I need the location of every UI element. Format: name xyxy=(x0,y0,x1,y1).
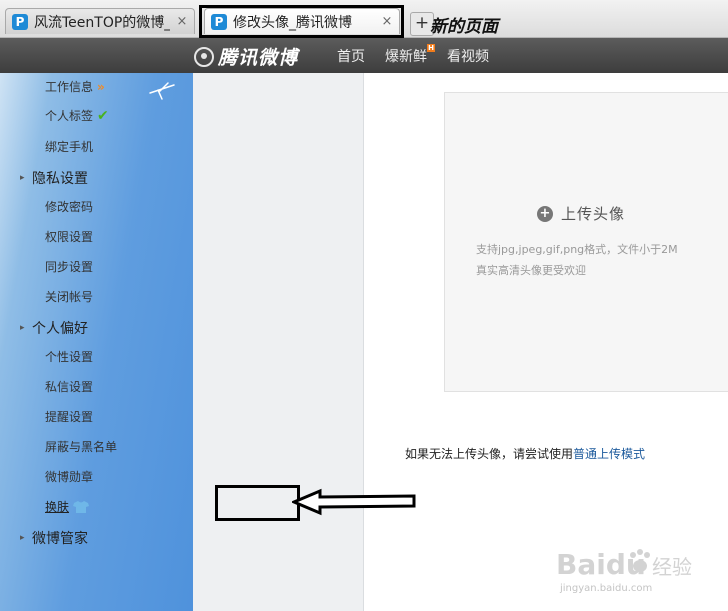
brand-name: 腾讯微博 xyxy=(218,47,299,69)
expand-arrow-icon: ▸ xyxy=(20,533,25,543)
active-tab-highlight-box xyxy=(199,5,404,38)
skin-highlight-box xyxy=(215,485,300,521)
main-nav: 首页 爆新鲜 H 看视频 xyxy=(337,44,489,66)
nav-video[interactable]: 看视频 xyxy=(447,46,489,66)
weibo-favicon-icon: P xyxy=(12,13,28,30)
avatar-upload-area[interactable]: + 上传头像 支持jpg,jpeg,gif,png格式，文件小于2M 真实高清头… xyxy=(444,92,728,392)
double-chevron-right-icon: » xyxy=(97,79,105,94)
sidebar-item-label: 个人标签 xyxy=(45,109,94,123)
sidebar-item-private-message[interactable]: 私信设置 xyxy=(45,378,93,395)
sidebar-item-personalization[interactable]: 个性设置 xyxy=(45,348,93,365)
new-page-annotation: 新的页面 xyxy=(430,17,498,37)
sidebar-group-label: 微博管家 xyxy=(32,531,88,547)
sidebar-item-personal-tags[interactable]: 个人标签 ✔ xyxy=(45,107,109,124)
sidebar-group-label: 隐私设置 xyxy=(32,171,88,187)
tshirt-icon xyxy=(73,500,90,513)
sidebar-item-change-skin[interactable]: 换肤 xyxy=(45,498,90,515)
sidebar-item-work-info[interactable]: 工作信息 » xyxy=(45,78,105,95)
sidebar-item-block-blacklist[interactable]: 屏蔽与黑名单 xyxy=(45,438,117,455)
settings-sidebar xyxy=(193,73,364,611)
upload-format-hint: 支持jpg,jpeg,gif,png格式，文件小于2M xyxy=(476,243,678,256)
fallback-upload-notice: 如果无法上传头像，请尝试使用普通上传模式 xyxy=(405,445,645,462)
sidebar-group-privacy[interactable]: ▸ 隐私设置 xyxy=(20,168,88,188)
tab-title: 风流TeenTOP的微博_ xyxy=(34,14,170,31)
watermark-jingyan-text: 经验 xyxy=(652,555,692,579)
sidebar-item-label: 工作信息 xyxy=(45,80,94,94)
close-tab-icon[interactable]: × xyxy=(176,14,188,29)
fallback-text: 如果无法上传头像，请尝试使用 xyxy=(405,447,574,461)
sidebar-group-label: 个人偏好 xyxy=(32,321,88,337)
sidebar-item-reminders[interactable]: 提醒设置 xyxy=(45,408,93,425)
sidebar-item-permissions[interactable]: 权限设置 xyxy=(45,228,93,245)
nav-home[interactable]: 首页 xyxy=(337,46,365,66)
sidebar-group-preferences[interactable]: ▸ 个人偏好 xyxy=(20,318,88,338)
upload-quality-hint: 真实高清头像更受欢迎 xyxy=(476,264,586,277)
airplane-icon xyxy=(149,82,175,100)
nav-hot-news[interactable]: 爆新鲜 H xyxy=(385,44,435,66)
upload-avatar-button[interactable]: + 上传头像 xyxy=(537,203,625,224)
expand-arrow-icon: ▸ xyxy=(20,173,25,183)
sidebar-item-label: 换肤 xyxy=(45,500,70,514)
upload-avatar-label: 上传头像 xyxy=(561,205,626,223)
sidebar-group-weibo-manager[interactable]: ▸ 微博管家 xyxy=(20,528,88,548)
sidebar-item-medals[interactable]: 微博勋章 xyxy=(45,468,93,485)
sidebar-item-sync[interactable]: 同步设置 xyxy=(45,258,93,275)
sidebar-item-change-password[interactable]: 修改密码 xyxy=(45,198,93,215)
expand-arrow-icon: ▸ xyxy=(20,323,25,333)
browser-tab-weibo-profile[interactable]: P 风流TeenTOP的微博_ × xyxy=(5,8,195,34)
hot-badge: H xyxy=(427,44,435,52)
normal-upload-mode-link[interactable]: 普通上传模式 xyxy=(573,447,645,461)
nav-hot-news-label: 爆新鲜 xyxy=(385,49,427,65)
plus-icon: + xyxy=(537,205,553,222)
annotation-arrow-icon xyxy=(292,488,416,516)
site-header: 腾讯微博 首页 爆新鲜 H 看视频 xyxy=(0,38,728,73)
sidebar-item-close-account[interactable]: 关闭帐号 xyxy=(45,288,93,305)
sidebar-item-bind-phone[interactable]: 绑定手机 xyxy=(45,138,93,155)
checkmark-icon: ✔ xyxy=(97,107,109,124)
watermark-url: jingyan.baidu.com xyxy=(560,583,653,594)
weibo-logo-icon xyxy=(194,46,214,67)
brand-logo[interactable]: 腾讯微博 xyxy=(194,43,298,70)
